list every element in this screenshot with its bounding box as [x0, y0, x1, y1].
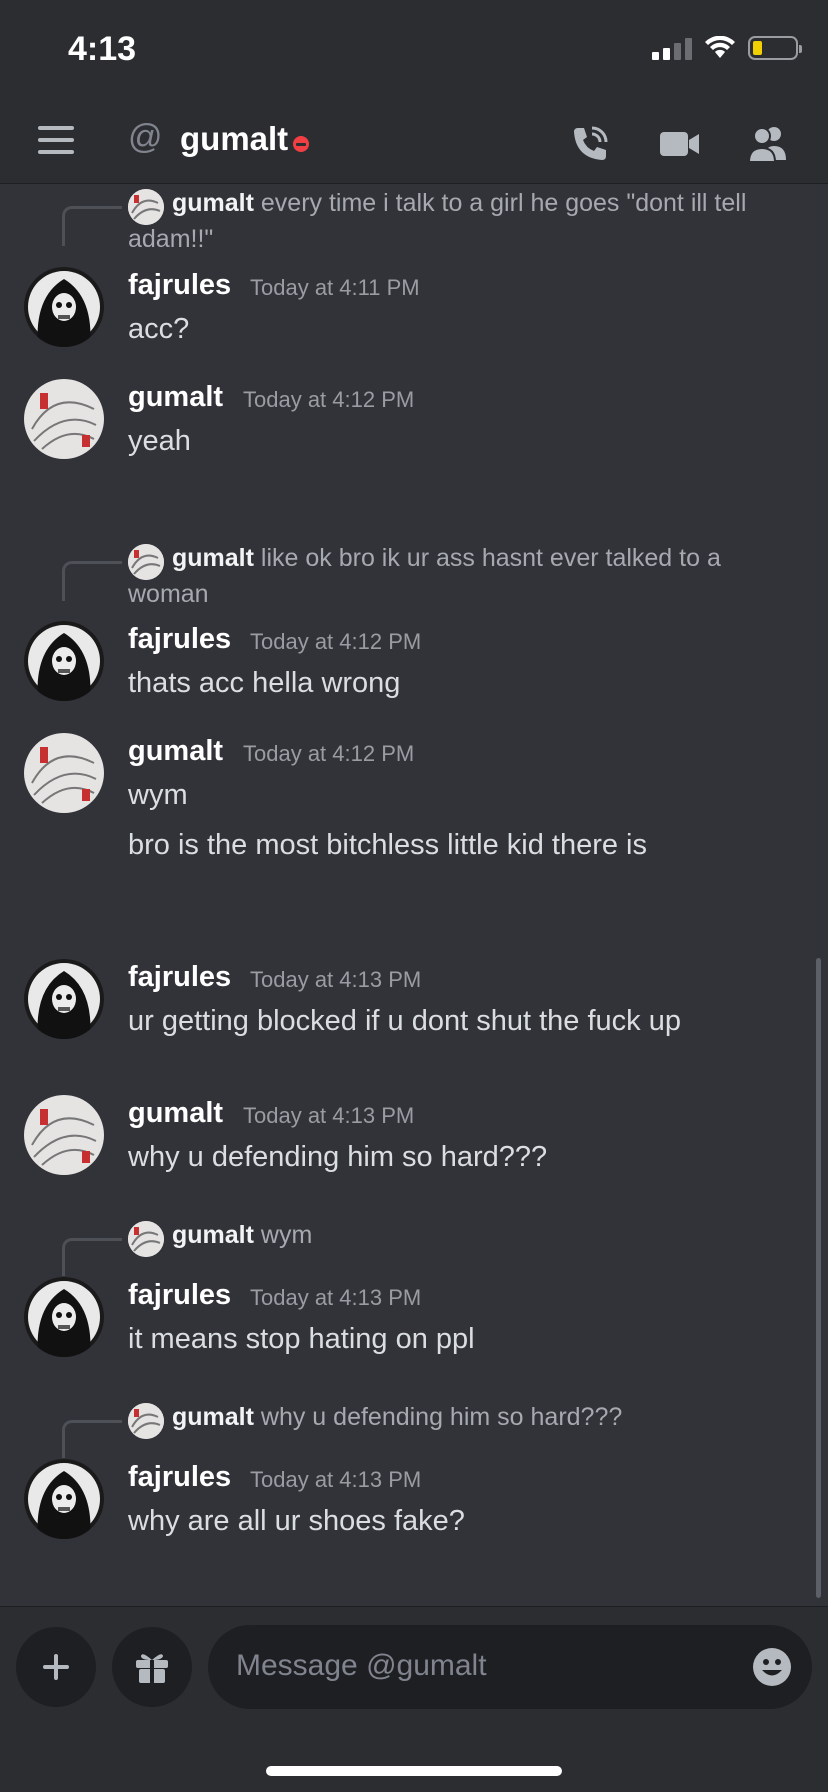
message-text: it means stop hating on ppl [128, 1323, 475, 1355]
message-text: ur getting blocked if u dont shut the fu… [128, 1005, 681, 1037]
message-text: wym [128, 779, 188, 811]
signal-icon [652, 36, 692, 60]
message-timestamp: Today at 4:13 PM [250, 1467, 422, 1492]
menu-icon[interactable] [38, 126, 74, 156]
message-timestamp: Today at 4:13 PM [243, 1103, 415, 1128]
message-timestamp: Today at 4:13 PM [250, 967, 422, 992]
gift-button[interactable] [112, 1627, 192, 1707]
channel-title: gumalt [180, 120, 289, 157]
video-icon[interactable] [658, 122, 702, 166]
message-text: why u defending him so hard??? [128, 1141, 548, 1173]
home-indicator[interactable] [266, 1766, 562, 1776]
message-author[interactable]: gumalt [128, 381, 223, 414]
message-author[interactable]: fajrules [128, 1279, 231, 1312]
dnd-status-icon [293, 136, 309, 152]
reply-text: wym [260, 1221, 313, 1249]
wifi-icon [705, 36, 735, 58]
avatar[interactable] [24, 379, 104, 459]
message-timestamp: Today at 4:11 PM [250, 275, 420, 300]
reply-text: why u defending him so hard??? [260, 1403, 623, 1431]
status-time: 4:13 [68, 30, 137, 68]
scrollbar[interactable] [816, 958, 821, 1598]
avatar[interactable] [24, 267, 104, 347]
call-icon[interactable] [568, 122, 612, 166]
status-icons [652, 36, 802, 60]
message-text: thats acc hella wrong [128, 667, 401, 699]
message-text: acc? [128, 313, 190, 345]
emoji-icon[interactable] [752, 1647, 792, 1687]
avatar[interactable] [24, 1459, 104, 1539]
message-author[interactable]: gumalt [128, 735, 223, 768]
message-text: yeah [128, 425, 191, 457]
message-author[interactable]: fajrules [128, 1461, 231, 1494]
avatar[interactable] [24, 621, 104, 701]
members-icon[interactable] [746, 122, 790, 166]
message-input-placeholder: Message @gumalt [236, 1649, 487, 1682]
message-list[interactable]: gumalt every time i talk to a girl he go… [0, 185, 828, 1605]
message-author[interactable]: fajrules [128, 269, 231, 302]
message-author[interactable]: gumalt [128, 1097, 223, 1130]
reply-author[interactable]: gumalt [172, 544, 254, 572]
message-author[interactable]: fajrules [128, 961, 231, 994]
avatar[interactable] [24, 1095, 104, 1175]
add-attachment-button[interactable] [16, 1627, 96, 1707]
message-timestamp: Today at 4:13 PM [250, 1285, 422, 1310]
gift-icon [136, 1654, 168, 1683]
reply-author[interactable]: gumalt [172, 1221, 254, 1249]
channel-header: @ gumalt [0, 100, 828, 184]
battery-icon [748, 36, 802, 60]
avatar[interactable] [24, 1277, 104, 1357]
message-author[interactable]: fajrules [128, 623, 231, 656]
message-text: why are all ur shoes fake? [128, 1505, 465, 1537]
reply-author[interactable]: gumalt [172, 1403, 254, 1431]
message-timestamp: Today at 4:12 PM [243, 387, 415, 412]
avatar[interactable] [24, 733, 104, 813]
message-text: bro is the most bitchless little kid the… [128, 829, 647, 861]
at-icon: @ [128, 118, 163, 156]
message-timestamp: Today at 4:12 PM [250, 629, 422, 654]
reply-author[interactable]: gumalt [172, 189, 254, 217]
message-timestamp: Today at 4:12 PM [243, 741, 415, 766]
plus-icon [43, 1654, 69, 1680]
message-input[interactable]: Message @gumalt [208, 1625, 812, 1709]
message-composer: Message @gumalt [0, 1606, 828, 1792]
status-bar: 4:13 [0, 0, 828, 100]
avatar[interactable] [24, 959, 104, 1039]
